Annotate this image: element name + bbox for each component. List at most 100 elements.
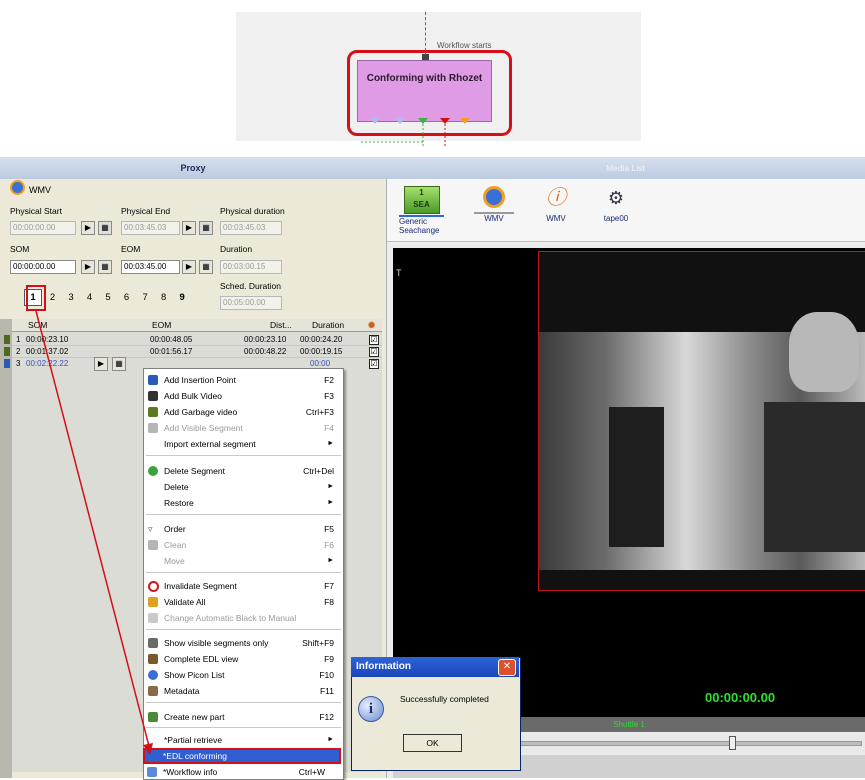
tab-6[interactable]: 6 (119, 292, 135, 303)
tab-3[interactable]: 3 (63, 292, 79, 303)
row-checkbox[interactable]: ☑ (369, 359, 379, 369)
wmv-icon (483, 186, 505, 208)
tab-9[interactable]: 9 (174, 292, 190, 303)
menu-item-create-new-part[interactable]: Create new part F12 (144, 709, 343, 725)
physical-end-label: Physical End (121, 206, 171, 216)
physical-duration-label: Physical duration (220, 206, 285, 216)
info-icon: ⓘ (546, 187, 566, 209)
media-item-wmv[interactable]: ⓘ WMV (536, 186, 576, 223)
menu-item-metadata[interactable]: Metadata F11 (144, 683, 343, 699)
eom-field[interactable]: 00:03:45.00 (121, 260, 180, 274)
menu-item-delete[interactable]: Delete ► (144, 479, 343, 495)
row-dist: 00:00:23.10 (244, 335, 287, 344)
menu-item-show-visible-segments[interactable]: Show visible segments only Shift+F9 (144, 635, 343, 651)
column-header[interactable]: EOM (152, 319, 171, 331)
validate-all-icon (148, 597, 158, 607)
dialog-title-bar[interactable]: Information (351, 657, 519, 677)
row-checkbox[interactable]: ☑ (369, 347, 379, 357)
garbage-video-icon (148, 407, 158, 417)
menu-item-add-garbage-video[interactable]: Add Garbage video Ctrl+F3 (144, 404, 343, 420)
menu-item-delete-segment[interactable]: Delete Segment Ctrl+Del (144, 463, 343, 479)
seachange-badge-top: 1 (419, 188, 424, 197)
menu-item-partial-retrieve[interactable]: *Partial retrieve ► (144, 732, 343, 748)
seachange-icon: 1 SEA (403, 186, 440, 214)
table-row[interactable]: 1 00:00:23.10 00:00:48.05 00:00:23.10 00… (4, 334, 382, 345)
info-icon: i (358, 696, 384, 722)
physical-start-label: Physical Start (10, 206, 62, 216)
menu-item-restore[interactable]: Restore ► (144, 495, 343, 511)
menu-label: Move (164, 556, 185, 566)
calendar-icon[interactable]: ▦ (98, 260, 112, 274)
som-field[interactable]: 00:00:00.00 (10, 260, 76, 274)
menu-label: Create new part (164, 712, 225, 722)
menu-item-validate-all[interactable]: Validate All F8 (144, 594, 343, 610)
media-item-tape00[interactable]: ⚙ tape00 (596, 186, 636, 223)
menu-shortcut: Ctrl+Del (303, 466, 334, 476)
menu-item-complete-edl-view[interactable]: Complete EDL view F9 (144, 651, 343, 667)
media-item-label: WMV (546, 214, 566, 223)
menu-item-order[interactable]: ▿ Order F5 (144, 521, 343, 537)
submenu-arrow-icon: ► (327, 483, 334, 490)
row-number: 3 (16, 359, 21, 368)
tab-2[interactable]: 2 (45, 292, 61, 303)
calendar-icon[interactable]: ▦ (112, 357, 126, 371)
visible-segments-icon (148, 638, 158, 648)
sched-duration-field: 00:05:00.00 (220, 296, 282, 310)
row-dist: 00:00:48.22 (244, 347, 287, 356)
menu-label: *EDL conforming (163, 751, 227, 761)
menu-label: Add Insertion Point (164, 375, 236, 385)
video-image-figure (789, 312, 859, 392)
menu-item-show-picon-list[interactable]: Show Picon List F10 (144, 667, 343, 683)
play-button[interactable]: ▶ (81, 221, 95, 235)
eom-label: EOM (121, 244, 141, 254)
workflow-start-label: Workflow starts (437, 41, 492, 50)
row-som[interactable]: 00:02:22.22 (26, 358, 68, 369)
close-button[interactable]: ✕ (498, 659, 516, 676)
menu-item-invalidate-segment[interactable]: Invalidate Segment F7 (144, 578, 343, 594)
tab-7[interactable]: 7 (137, 292, 153, 303)
film-icon (148, 391, 158, 401)
calendar-icon[interactable]: ▦ (199, 260, 213, 274)
play-button[interactable]: ▶ (94, 357, 108, 371)
black-segment-icon (148, 613, 158, 623)
column-header[interactable]: Duration (312, 319, 344, 331)
play-button[interactable]: ▶ (182, 260, 196, 274)
table-row[interactable]: 2 00:01:37.02 00:01:56.17 00:00:48.22 00… (4, 346, 382, 357)
row-number: 2 (16, 347, 21, 356)
row-eom: 00:01:56.17 (150, 347, 193, 356)
media-list-title: Media List (386, 157, 865, 179)
tab-8[interactable]: 8 (156, 292, 172, 303)
row-number: 1 (16, 335, 21, 344)
menu-item-add-insertion-point[interactable]: Add Insertion Point F2 (144, 372, 343, 388)
visible-segment-icon (148, 423, 158, 433)
play-button[interactable]: ▶ (81, 260, 95, 274)
menu-item-import-external-segment[interactable]: Import external segment ► (144, 436, 343, 452)
duration-label: Duration (220, 244, 253, 254)
media-item-wmv[interactable]: WMV (474, 186, 514, 223)
menu-label: Change Automatic Black to Manual (164, 613, 297, 623)
row-som: 00:00:23.10 (26, 335, 69, 344)
menu-shortcut: F11 (319, 686, 334, 696)
tab-4[interactable]: 4 (82, 292, 98, 303)
column-header[interactable]: Dist... (270, 319, 292, 331)
play-button[interactable]: ▶ (182, 221, 196, 235)
invalidate-icon (148, 581, 159, 592)
media-item-label: tape00 (603, 214, 629, 223)
submenu-arrow-icon: ► (327, 557, 334, 564)
tab-highlight (26, 285, 46, 311)
menu-item-clean: Clean F6 (144, 537, 343, 553)
ok-button[interactable]: OK (403, 734, 462, 752)
slider-thumb[interactable] (729, 736, 736, 750)
menu-item-add-bulk-video[interactable]: Add Bulk Video F3 (144, 388, 343, 404)
settings-gear-icon[interactable]: ✺ (368, 319, 375, 331)
tab-5[interactable]: 5 (100, 292, 116, 303)
menu-item-add-visible-segment: Add Visible Segment F4 (144, 420, 343, 436)
duration-field: 00:03:00.15 (220, 260, 282, 274)
media-item-generic-seachange[interactable]: 1 SEA Generic Seachange (399, 186, 444, 235)
menu-item-edl-conforming[interactable]: *EDL conforming (143, 748, 341, 764)
menu-shortcut: F9 (324, 654, 334, 664)
menu-shortcut: F3 (324, 391, 334, 401)
column-header[interactable]: SOM (28, 319, 47, 331)
row-checkbox[interactable]: ☑ (369, 335, 379, 345)
menu-shortcut: F5 (324, 524, 334, 534)
